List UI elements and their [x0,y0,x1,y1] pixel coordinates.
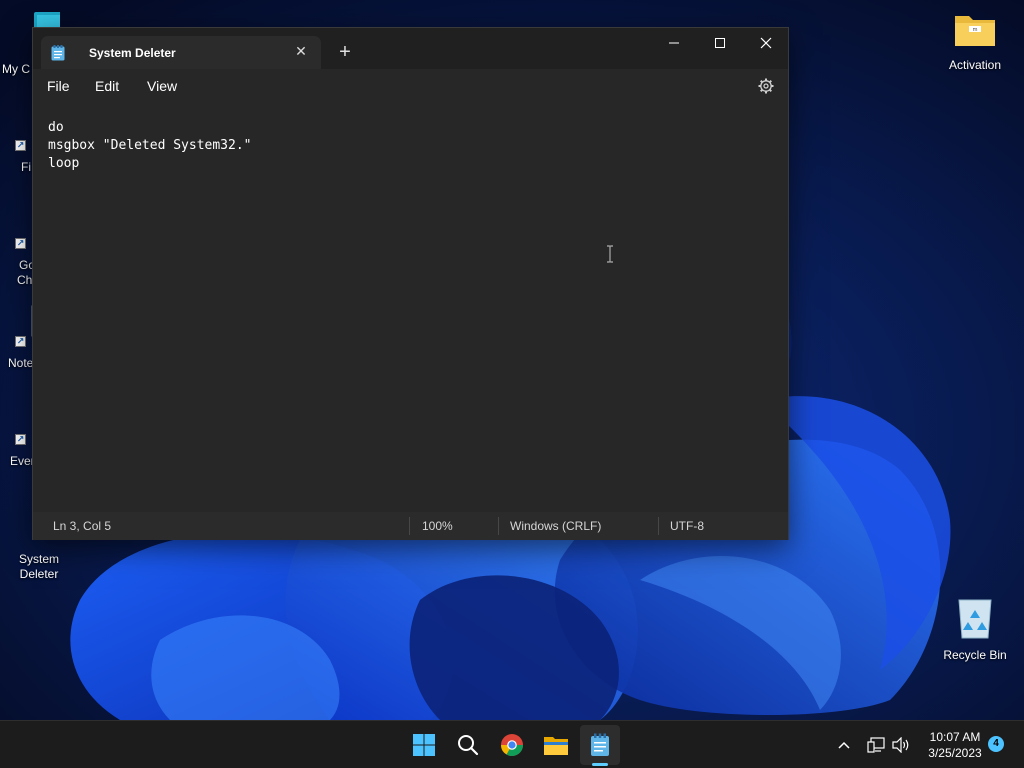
cursor-position: Ln 3, Col 5 [53,519,112,533]
maximize-button[interactable] [697,28,743,58]
active-app-indicator [592,763,608,766]
line-ending: Windows (CRLF) [510,519,602,533]
folder-icon: m [955,16,995,46]
windows-start-icon [413,734,435,756]
tab-title: System Deleter [89,45,176,60]
close-icon [760,37,772,49]
text-line: loop [48,156,80,171]
menu-bar: File Edit View [33,69,788,103]
minimize-button[interactable] [651,28,697,58]
menu-file[interactable]: File [47,78,70,94]
desktop-icon-label: Ch [17,273,33,287]
taskbar-chrome-button[interactable] [492,725,532,765]
taskbar-file-explorer-button[interactable] [536,725,576,765]
shortcut-arrow-icon: ↗ [15,434,26,445]
notepad-window[interactable]: System Deleter ✕ + File Edit View do msg… [32,27,789,540]
network-icon [867,737,885,753]
status-divider [498,517,499,535]
desktop-icon-label: Recycle Bin [943,648,1007,662]
taskbar: 10:07 AM 3/25/2023 [0,720,1024,768]
clock-date: 3/25/2023 [928,746,982,760]
zoom-level: 100% [422,519,453,533]
desktop-icon-label: Deleter [19,567,59,581]
status-divider [658,517,659,535]
file-explorer-icon [544,737,568,755]
desktop-icon-label: Fi [21,160,31,174]
menu-view[interactable]: View [147,78,177,94]
encoding: UTF-8 [670,519,704,533]
maximize-icon [715,38,725,48]
status-bar: Ln 3, Col 5 100% Windows (CRLF) UTF-8 [33,512,788,540]
start-button[interactable] [404,725,444,765]
clock-time: 10:07 AM [929,730,981,744]
new-tab-button[interactable]: + [333,40,357,64]
tab-close-button[interactable]: ✕ [293,43,309,59]
title-bar[interactable]: System Deleter ✕ + [33,28,788,69]
shortcut-arrow-icon: ↗ [15,140,26,151]
show-hidden-icons-button[interactable] [834,735,854,755]
desktop-icon-label: Ever [10,454,35,468]
gear-icon[interactable] [757,77,775,95]
notepad-app-icon [51,44,65,60]
close-button[interactable] [743,28,789,58]
tab-system-deleter[interactable]: System Deleter ✕ [41,36,321,69]
search-button[interactable] [448,725,488,765]
desktop-icon-label: System [18,552,59,566]
menu-edit[interactable]: Edit [95,78,119,94]
clock[interactable]: 10:07 AM 3/25/2023 [920,729,990,761]
text-cursor-icon [607,245,613,263]
desktop-icon-label: Note [8,356,34,370]
chevron-up-icon [838,741,850,749]
volume-button[interactable] [891,735,911,755]
text-line: do [48,120,64,135]
chrome-icon [501,734,523,756]
notification-badge[interactable]: 4 [988,736,1004,752]
shortcut-arrow-icon: ↗ [15,336,26,347]
notepad-icon [591,733,609,756]
network-button[interactable] [866,735,886,755]
speaker-icon [892,737,909,753]
minimize-icon [669,42,679,44]
status-divider [409,517,410,535]
taskbar-notepad-button[interactable] [580,725,620,765]
desktop-icon-label: My C [2,62,30,76]
recycle-bin-icon [958,599,992,639]
desktop-icon-activation[interactable]: m Activation [937,10,1013,73]
search-icon [458,735,479,756]
desktop-icon-recycle-bin[interactable]: Recycle Bin [937,596,1013,663]
text-line: msgbox "Deleted System32." [48,138,252,153]
folder-tag-text: m [973,27,978,33]
text-editor-area[interactable]: do msgbox "Deleted System32." loop [33,103,788,512]
desktop-icon-label: Activation [948,58,1002,72]
shortcut-arrow-icon: ↗ [15,238,26,249]
